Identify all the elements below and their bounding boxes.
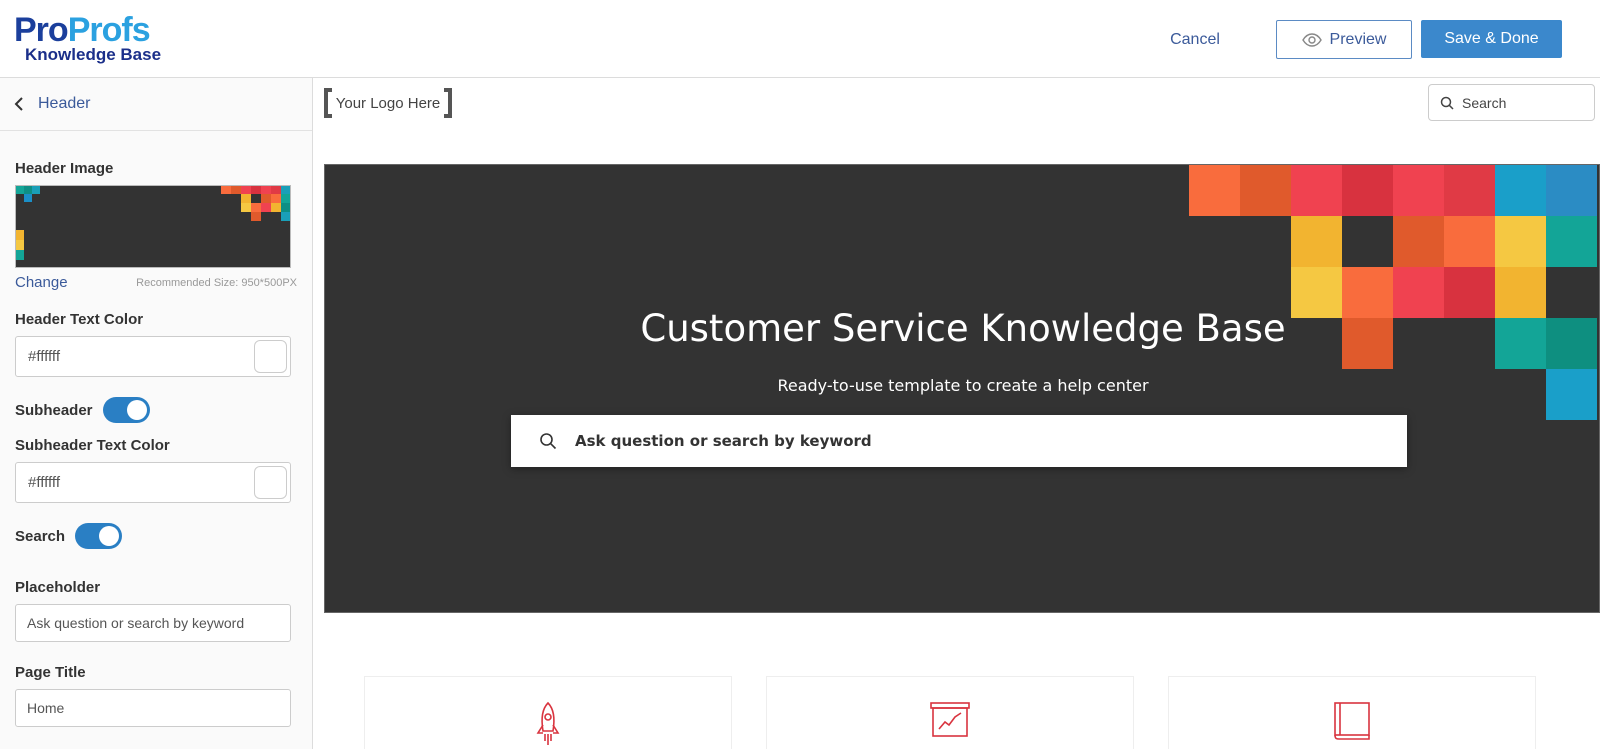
- mosaic-tile: [1393, 216, 1444, 267]
- top-search-box[interactable]: Search: [1428, 84, 1595, 121]
- header-banner: Customer Service Knowledge Base Ready-to…: [324, 164, 1600, 613]
- mosaic-tile: [1240, 165, 1291, 216]
- placeholder-input[interactable]: [15, 604, 291, 642]
- eye-icon: [1301, 32, 1322, 47]
- top-search-label: Search: [1462, 94, 1507, 111]
- mosaic-tile: [1546, 216, 1597, 267]
- page-title-label: Page Title: [15, 664, 86, 681]
- logo-placeholder-text: Your Logo Here: [335, 94, 441, 112]
- subheader-text-color-swatch[interactable]: [254, 466, 287, 499]
- logo-profs: Profs: [67, 11, 151, 49]
- logo-pro: Pro: [14, 11, 69, 49]
- settings-sidebar: Header Header Image Change Recommended S…: [0, 78, 313, 749]
- proprofs-logo: ProProfs Knowledge Base: [14, 11, 174, 66]
- subheader-label: Subheader: [15, 401, 93, 419]
- subheader-toggle[interactable]: [102, 397, 150, 423]
- logo-placeholder[interactable]: Your Logo Here: [324, 88, 452, 118]
- chevron-left-icon: [14, 97, 23, 111]
- header-image-label: Header Image: [15, 160, 114, 177]
- category-card[interactable]: [364, 676, 732, 749]
- top-bar: ProProfs Knowledge Base Cancel Preview S…: [0, 0, 1600, 78]
- mosaic-tile: [1393, 165, 1444, 216]
- mosaic-tile: [1495, 165, 1546, 216]
- change-image-link[interactable]: Change: [15, 274, 68, 291]
- mosaic-tile: [1495, 216, 1546, 267]
- cancel-button[interactable]: Cancel: [1160, 22, 1230, 58]
- category-card[interactable]: [766, 676, 1134, 749]
- subheader-text-color-label: Subheader Text Color: [15, 437, 170, 454]
- sidebar-body: Header Image Change Recommended Size: 95…: [0, 160, 312, 727]
- header-image-mosaic: [16, 186, 290, 260]
- mosaic-tile: [1189, 165, 1240, 216]
- presentation-chart-icon: [930, 702, 970, 737]
- subheader-text-color-field[interactable]: #ffffff: [15, 462, 291, 503]
- header-image-actions: Change Recommended Size: 950*500PX: [15, 274, 297, 291]
- preview-button[interactable]: Preview: [1276, 20, 1412, 59]
- header-text-color-field[interactable]: #ffffff: [15, 336, 291, 377]
- banner-search-placeholder: Ask question or search by keyword: [575, 432, 872, 450]
- preview-label: Preview: [1329, 30, 1387, 48]
- search-label: Search: [15, 527, 66, 545]
- page-title-input[interactable]: [15, 689, 291, 727]
- banner-title: Customer Service Knowledge Base: [640, 307, 1286, 350]
- search-toggle[interactable]: [75, 523, 123, 549]
- header-text-color-swatch[interactable]: [254, 340, 287, 373]
- logo-wordmark: ProProfs: [14, 11, 174, 49]
- sidebar-header: Header: [0, 78, 312, 131]
- banner-subtitle: Ready-to-use template to create a help c…: [777, 376, 1149, 395]
- placeholder-label: Placeholder: [15, 579, 101, 596]
- subheader-text-color-value: #ffffff: [28, 474, 60, 491]
- recommended-size-note: Recommended Size: 950*500PX: [136, 276, 297, 289]
- category-cards: [364, 676, 1564, 749]
- mosaic-tile: [1291, 165, 1342, 216]
- mosaic-tile: [1342, 165, 1393, 216]
- logo-subtitle: Knowledge Base: [25, 45, 162, 64]
- book-icon: [1334, 702, 1370, 740]
- save-done-button[interactable]: Save & Done: [1421, 20, 1562, 58]
- back-button[interactable]: Header: [14, 95, 90, 113]
- mosaic-tile: [1291, 216, 1342, 267]
- mosaic-tile: [1546, 165, 1597, 216]
- search-toggle-row: Search: [15, 523, 297, 549]
- header-image-thumbnail[interactable]: [15, 185, 291, 268]
- banner-search-box[interactable]: Ask question or search by keyword: [511, 415, 1407, 467]
- mosaic-tile: [1444, 216, 1495, 267]
- subheader-toggle-row: Subheader: [15, 397, 297, 423]
- search-icon: [1440, 96, 1454, 110]
- category-card[interactable]: [1168, 676, 1536, 749]
- rocket-icon: [536, 701, 560, 745]
- search-icon: [540, 433, 557, 450]
- header-text-color-label: Header Text Color: [15, 311, 144, 328]
- header-text-color-value: #ffffff: [28, 348, 60, 365]
- preview-canvas: Your Logo Here Search Customer Service K…: [314, 78, 1600, 749]
- back-label: Header: [38, 95, 91, 112]
- mosaic-tile: [1444, 165, 1495, 216]
